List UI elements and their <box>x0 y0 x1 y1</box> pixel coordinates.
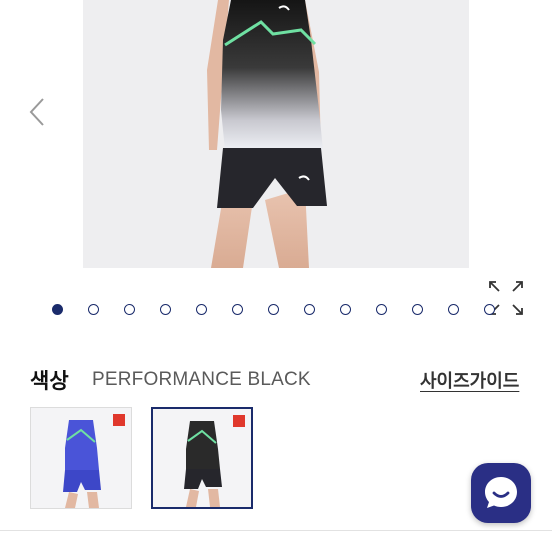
pagination-dot[interactable] <box>52 303 63 315</box>
pagination-dot[interactable] <box>196 303 207 315</box>
product-photo <box>207 0 327 268</box>
chevron-left-icon <box>29 98 44 126</box>
color-option-row: 색상 PERFORMANCE BLACK 사이즈가이드 <box>30 363 530 397</box>
divider <box>0 530 552 531</box>
chat-button[interactable] <box>471 463 531 523</box>
previous-image-button[interactable] <box>22 92 52 132</box>
gallery-pagination <box>52 301 512 317</box>
product-image-gallery <box>0 0 552 280</box>
pagination-dot[interactable] <box>160 303 171 315</box>
color-label: 색상 <box>30 370 69 393</box>
size-guide-link[interactable]: 사이즈가이드 <box>420 367 519 393</box>
color-swatch-blue[interactable] <box>30 407 132 509</box>
pagination-dot[interactable] <box>232 303 243 315</box>
product-main-image[interactable] <box>83 0 469 268</box>
pagination-dot[interactable] <box>412 303 423 315</box>
variant-badge-icon <box>233 415 245 427</box>
chat-bubble-icon <box>485 477 517 508</box>
pagination-dot[interactable] <box>268 303 279 315</box>
color-swatch-black[interactable] <box>151 407 253 509</box>
selected-color-value: PERFORMANCE BLACK <box>92 369 311 390</box>
pagination-dot[interactable] <box>304 303 315 315</box>
pagination-dot[interactable] <box>376 303 387 315</box>
pagination-dot[interactable] <box>88 303 99 315</box>
pagination-dot[interactable] <box>340 303 351 315</box>
variant-badge-icon <box>113 414 125 426</box>
pagination-dot[interactable] <box>124 303 135 315</box>
pagination-dot[interactable] <box>448 303 459 315</box>
pagination-dot[interactable] <box>484 303 495 315</box>
